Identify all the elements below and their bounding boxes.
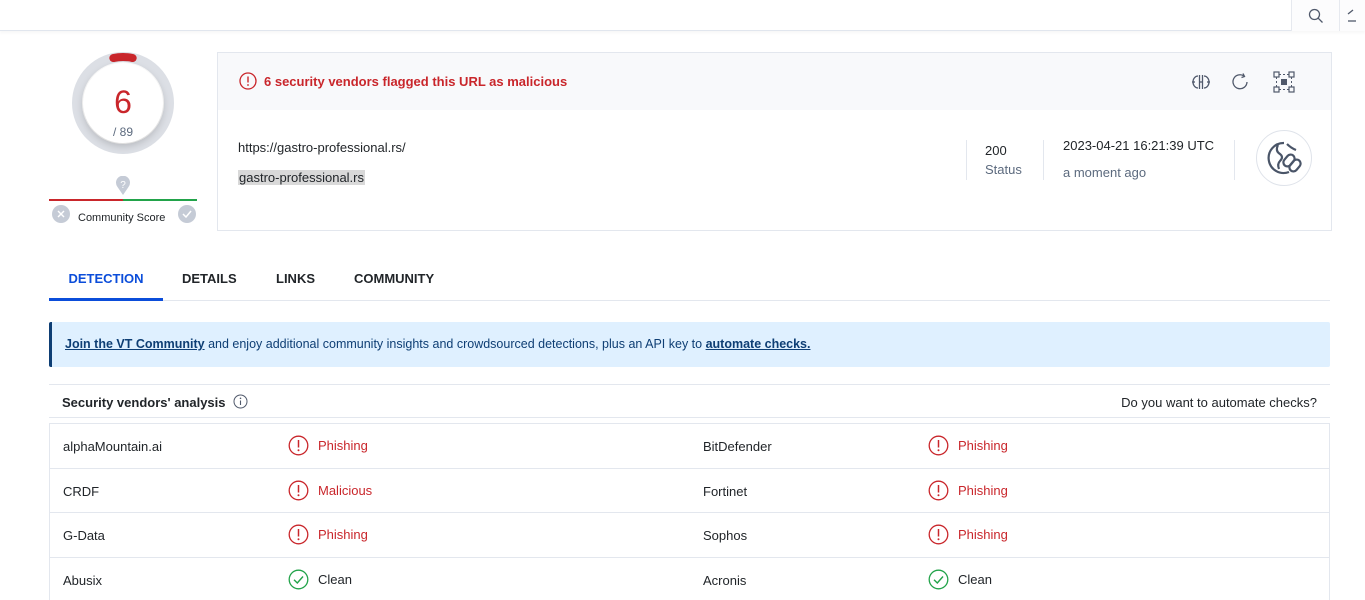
reanalyze-button[interactable]: [1228, 70, 1252, 94]
search-icon: [1308, 8, 1323, 23]
menu-toggle-button[interactable]: [1339, 0, 1365, 31]
vendor-name: Abusix: [63, 572, 103, 588]
banner-text: and enjoy additional community insights …: [204, 337, 706, 351]
http-status-code: 200: [985, 143, 1007, 158]
alert-circle-icon: [288, 435, 309, 456]
compare-button[interactable]: [1189, 70, 1213, 94]
alert-circle-icon: [928, 435, 949, 456]
engine-total: / 89: [112, 125, 133, 139]
vendors-table: alphaMountain.ai Phishing BitDefender Ph…: [49, 423, 1330, 600]
reanalyze-icon: [1232, 73, 1248, 90]
top-navbar: [0, 0, 1365, 31]
alert-circle-icon: [928, 480, 949, 500]
vendor-result-label: Phishing: [318, 438, 368, 453]
vendor-result-label: Phishing: [958, 438, 1008, 453]
table-row: alphaMountain.ai Phishing BitDefender Ph…: [50, 424, 1329, 469]
community-score-marker: ?: [115, 175, 131, 199]
vendor-result: Malicious: [288, 480, 372, 501]
alert-circle-icon: [288, 480, 309, 500]
chevron-icon: [1347, 8, 1356, 22]
community-score-label: Community Score: [78, 212, 166, 224]
vendor-name: Sophos: [703, 528, 748, 543]
community-score-positive: [123, 199, 197, 201]
vote-malicious-button[interactable]: [52, 205, 70, 223]
automate-checks-link[interactable]: automate checks.: [706, 337, 811, 351]
divider: [966, 140, 967, 180]
graph-button[interactable]: [1272, 70, 1296, 94]
table-row: Abusix Clean Acronis Clean: [50, 558, 1329, 600]
automate-checks-prompt[interactable]: Do you want to automate checks?: [1121, 395, 1317, 410]
url-summary-card: 6 security vendors flagged this URL as m…: [217, 52, 1332, 231]
search-button[interactable]: [1291, 0, 1339, 31]
vendor-result: Phishing: [928, 480, 1008, 501]
vendor-result: Clean: [928, 569, 992, 590]
vote-harmless-button[interactable]: [178, 205, 196, 223]
community-score-negative: [49, 199, 123, 201]
check-circle-icon: [288, 569, 309, 589]
vendor-name: G-Data: [63, 528, 105, 543]
vendor-result-label: Phishing: [958, 482, 1008, 498]
community-score-bar: [49, 199, 197, 201]
vendor-result: Phishing: [288, 435, 368, 456]
compare-icon: [1192, 75, 1210, 89]
vendor-result: Phishing: [288, 524, 368, 545]
tab-details[interactable]: DETAILS: [182, 257, 237, 301]
vendor-result: Clean: [288, 569, 352, 590]
vendor-name: alphaMountain.ai: [63, 439, 163, 454]
analysis-date: 2023-04-21 16:21:39 UTC: [1063, 138, 1215, 153]
alert-circle-icon: [928, 524, 949, 545]
tab-detection[interactable]: DETECTION: [49, 257, 163, 301]
join-community-link[interactable]: Join the VT Community: [65, 337, 205, 351]
vendors-analysis-header: Security vendors' analysis Do you want t…: [49, 384, 1330, 418]
alert-message: 6 security vendors flagged this URL as m…: [264, 74, 568, 89]
check-circle-icon: [928, 569, 949, 589]
vendor-result-label: Malicious: [318, 482, 373, 498]
table-row: G-Data Phishing Sophos Phishing: [50, 513, 1329, 558]
gauge-malicious-arc: [109, 53, 137, 63]
tab-bar: DETECTION DETAILS LINKS COMMUNITY: [49, 257, 1330, 301]
vendor-result: Phishing: [928, 435, 1008, 456]
tab-links[interactable]: LINKS: [276, 257, 315, 301]
detection-count: 6: [114, 84, 132, 120]
question-marker-icon: ?: [116, 175, 130, 195]
vendor-name: Fortinet: [703, 483, 748, 499]
globe-link-icon: [1267, 141, 1302, 175]
vendor-name: CRDF: [63, 483, 100, 499]
vendor-name: Acronis: [703, 572, 747, 588]
svg-text:?: ?: [120, 180, 126, 191]
vendor-result-label: Clean: [958, 571, 992, 587]
vendor-result-label: Clean: [318, 571, 352, 587]
close-icon: [57, 210, 65, 218]
analysis-relative-time: a moment ago: [1063, 165, 1147, 180]
url-type-badge: [1256, 130, 1312, 186]
scanned-url[interactable]: https://gastro-professional.rs/: [238, 140, 406, 155]
table-row: CRDF Malicious Fortinet Phishing: [50, 469, 1329, 513]
divider: [1043, 140, 1044, 180]
scanned-domain-link[interactable]: gastro-professional.rs: [238, 170, 365, 185]
vendor-result-label: Phishing: [318, 527, 368, 542]
http-status-label: Status: [985, 162, 1022, 177]
tab-community[interactable]: COMMUNITY: [354, 257, 434, 301]
alert-header: 6 security vendors flagged this URL as m…: [218, 53, 1331, 110]
detection-score-gauge: 6 / 89: [71, 51, 175, 155]
vendors-analysis-title: Security vendors' analysis: [62, 395, 226, 410]
alert-circle-icon: [288, 524, 309, 545]
community-banner: Join the VT Community and enjoy addition…: [49, 322, 1330, 367]
vendor-name: BitDefender: [703, 439, 772, 454]
divider: [1234, 140, 1235, 180]
vendor-result: Phishing: [928, 524, 1008, 545]
info-icon[interactable]: [233, 394, 248, 409]
gauge-center: 6 / 89: [83, 63, 163, 143]
check-icon: [182, 210, 192, 218]
alert-circle-icon: [239, 72, 257, 90]
vendor-result-label: Phishing: [958, 527, 1008, 542]
graph-icon: [1273, 71, 1295, 93]
